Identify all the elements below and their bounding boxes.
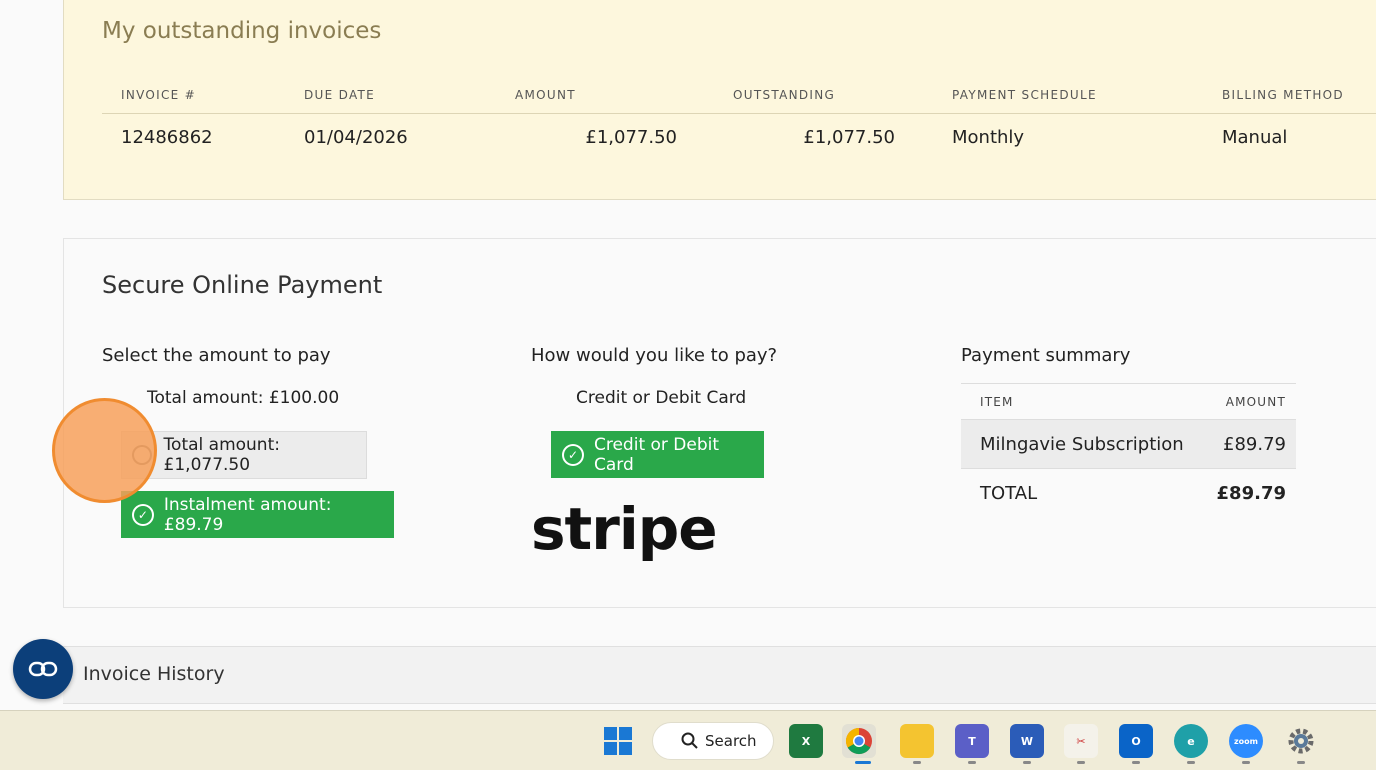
app-running-indicator bbox=[1132, 761, 1140, 764]
app-running-indicator bbox=[1297, 761, 1305, 764]
payment-summary-heading: Payment summary bbox=[961, 345, 1131, 366]
total-amount-option[interactable]: Total amount: £1,077.50 bbox=[121, 431, 367, 479]
teams-icon[interactable]: T bbox=[955, 724, 989, 758]
summary-total-row: TOTAL £89.79 bbox=[961, 469, 1296, 517]
select-amount-heading: Select the amount to pay bbox=[102, 345, 331, 366]
summary-col-item: ITEM bbox=[980, 395, 1014, 409]
instalment-amount-option[interactable]: ✓ Instalment amount: £89.79 bbox=[121, 491, 394, 538]
invoice-history-section[interactable]: Invoice History bbox=[63, 646, 1376, 704]
invoice-number: 12486862 bbox=[121, 127, 213, 148]
link-icon bbox=[28, 661, 58, 677]
credit-debit-card-button[interactable]: ✓ Credit or Debit Card bbox=[551, 431, 764, 478]
col-header-amount: AMOUNT bbox=[515, 88, 576, 102]
col-header-outstanding: OUTSTANDING bbox=[733, 88, 836, 102]
col-header-due-date: DUE DATE bbox=[304, 88, 376, 102]
search-icon bbox=[681, 732, 698, 749]
summary-total-label: TOTAL bbox=[980, 482, 1038, 504]
outstanding-invoices-title: My outstanding invoices bbox=[102, 18, 382, 44]
file-explorer-icon[interactable] bbox=[900, 724, 934, 758]
taskbar: Search X T W ✂ O e zoom bbox=[0, 710, 1376, 770]
payment-method-subtitle: Credit or Debit Card bbox=[576, 388, 747, 408]
col-header-invoice: INVOICE # bbox=[121, 88, 197, 102]
payment-summary-table: ITEM AMOUNT Milngavie Subscription £89.7… bbox=[961, 383, 1296, 517]
app-running-indicator bbox=[1187, 761, 1195, 764]
invoice-amount: £1,077.50 bbox=[585, 127, 677, 148]
summary-total-amount: £89.79 bbox=[1216, 482, 1286, 504]
excel-icon[interactable]: X bbox=[789, 724, 823, 758]
settings-icon[interactable] bbox=[1284, 724, 1318, 758]
summary-header-row: ITEM AMOUNT bbox=[961, 384, 1296, 419]
app-running-indicator bbox=[1077, 761, 1085, 764]
windows-start-icon[interactable] bbox=[601, 724, 635, 758]
accessibility-widget-button[interactable] bbox=[13, 639, 73, 699]
secure-payment-panel: Secure Online Payment Select the amount … bbox=[63, 238, 1376, 608]
word-icon[interactable]: W bbox=[1010, 724, 1044, 758]
col-header-payment-schedule: PAYMENT SCHEDULE bbox=[952, 88, 1097, 102]
active-app-indicator bbox=[855, 761, 871, 764]
credit-debit-card-label: Credit or Debit Card bbox=[593, 434, 720, 475]
app-running-indicator bbox=[968, 761, 976, 764]
total-amount-option-label: Total amount: £1,077.50 bbox=[163, 435, 280, 475]
summary-item-name: Milngavie Subscription bbox=[980, 433, 1184, 455]
billing-method: Manual bbox=[1222, 127, 1288, 148]
summary-item-row: Milngavie Subscription £89.79 bbox=[961, 419, 1296, 469]
outlook-icon[interactable]: O bbox=[1119, 724, 1153, 758]
outstanding-amount: £1,077.50 bbox=[803, 127, 895, 148]
due-date: 01/04/2026 bbox=[304, 127, 408, 148]
payment-schedule: Monthly bbox=[952, 127, 1025, 148]
summary-col-amount: AMOUNT bbox=[1225, 395, 1286, 409]
app-running-indicator bbox=[1242, 761, 1250, 764]
snipping-tool-icon[interactable]: ✂ bbox=[1064, 724, 1098, 758]
total-amount-label: Total amount: £100.00 bbox=[147, 388, 340, 408]
secure-payment-title: Secure Online Payment bbox=[102, 271, 383, 299]
taskbar-search-button[interactable]: Search bbox=[652, 722, 774, 760]
edge-icon[interactable]: e bbox=[1174, 724, 1208, 758]
payment-method-heading: How would you like to pay? bbox=[531, 345, 778, 366]
taskbar-search-label: Search bbox=[705, 732, 757, 750]
table-divider bbox=[102, 113, 1376, 114]
app-running-indicator bbox=[913, 761, 921, 764]
check-circle-icon: ✓ bbox=[132, 503, 154, 526]
invoice-history-title: Invoice History bbox=[83, 663, 225, 685]
outstanding-invoices-panel: My outstanding invoices INVOICE # DUE DA… bbox=[63, 0, 1376, 200]
app-running-indicator bbox=[1023, 761, 1031, 764]
chrome-icon[interactable] bbox=[842, 724, 876, 758]
click-highlight-indicator bbox=[52, 398, 157, 503]
stripe-logo: stripe bbox=[531, 495, 718, 563]
check-circle-icon: ✓ bbox=[562, 443, 584, 466]
zoom-icon[interactable]: zoom bbox=[1229, 724, 1263, 758]
instalment-amount-label: Instalment amount: £89.79 bbox=[163, 494, 332, 535]
col-header-billing-method: BILLING METHOD bbox=[1222, 88, 1344, 102]
summary-item-amount: £89.79 bbox=[1223, 433, 1286, 455]
